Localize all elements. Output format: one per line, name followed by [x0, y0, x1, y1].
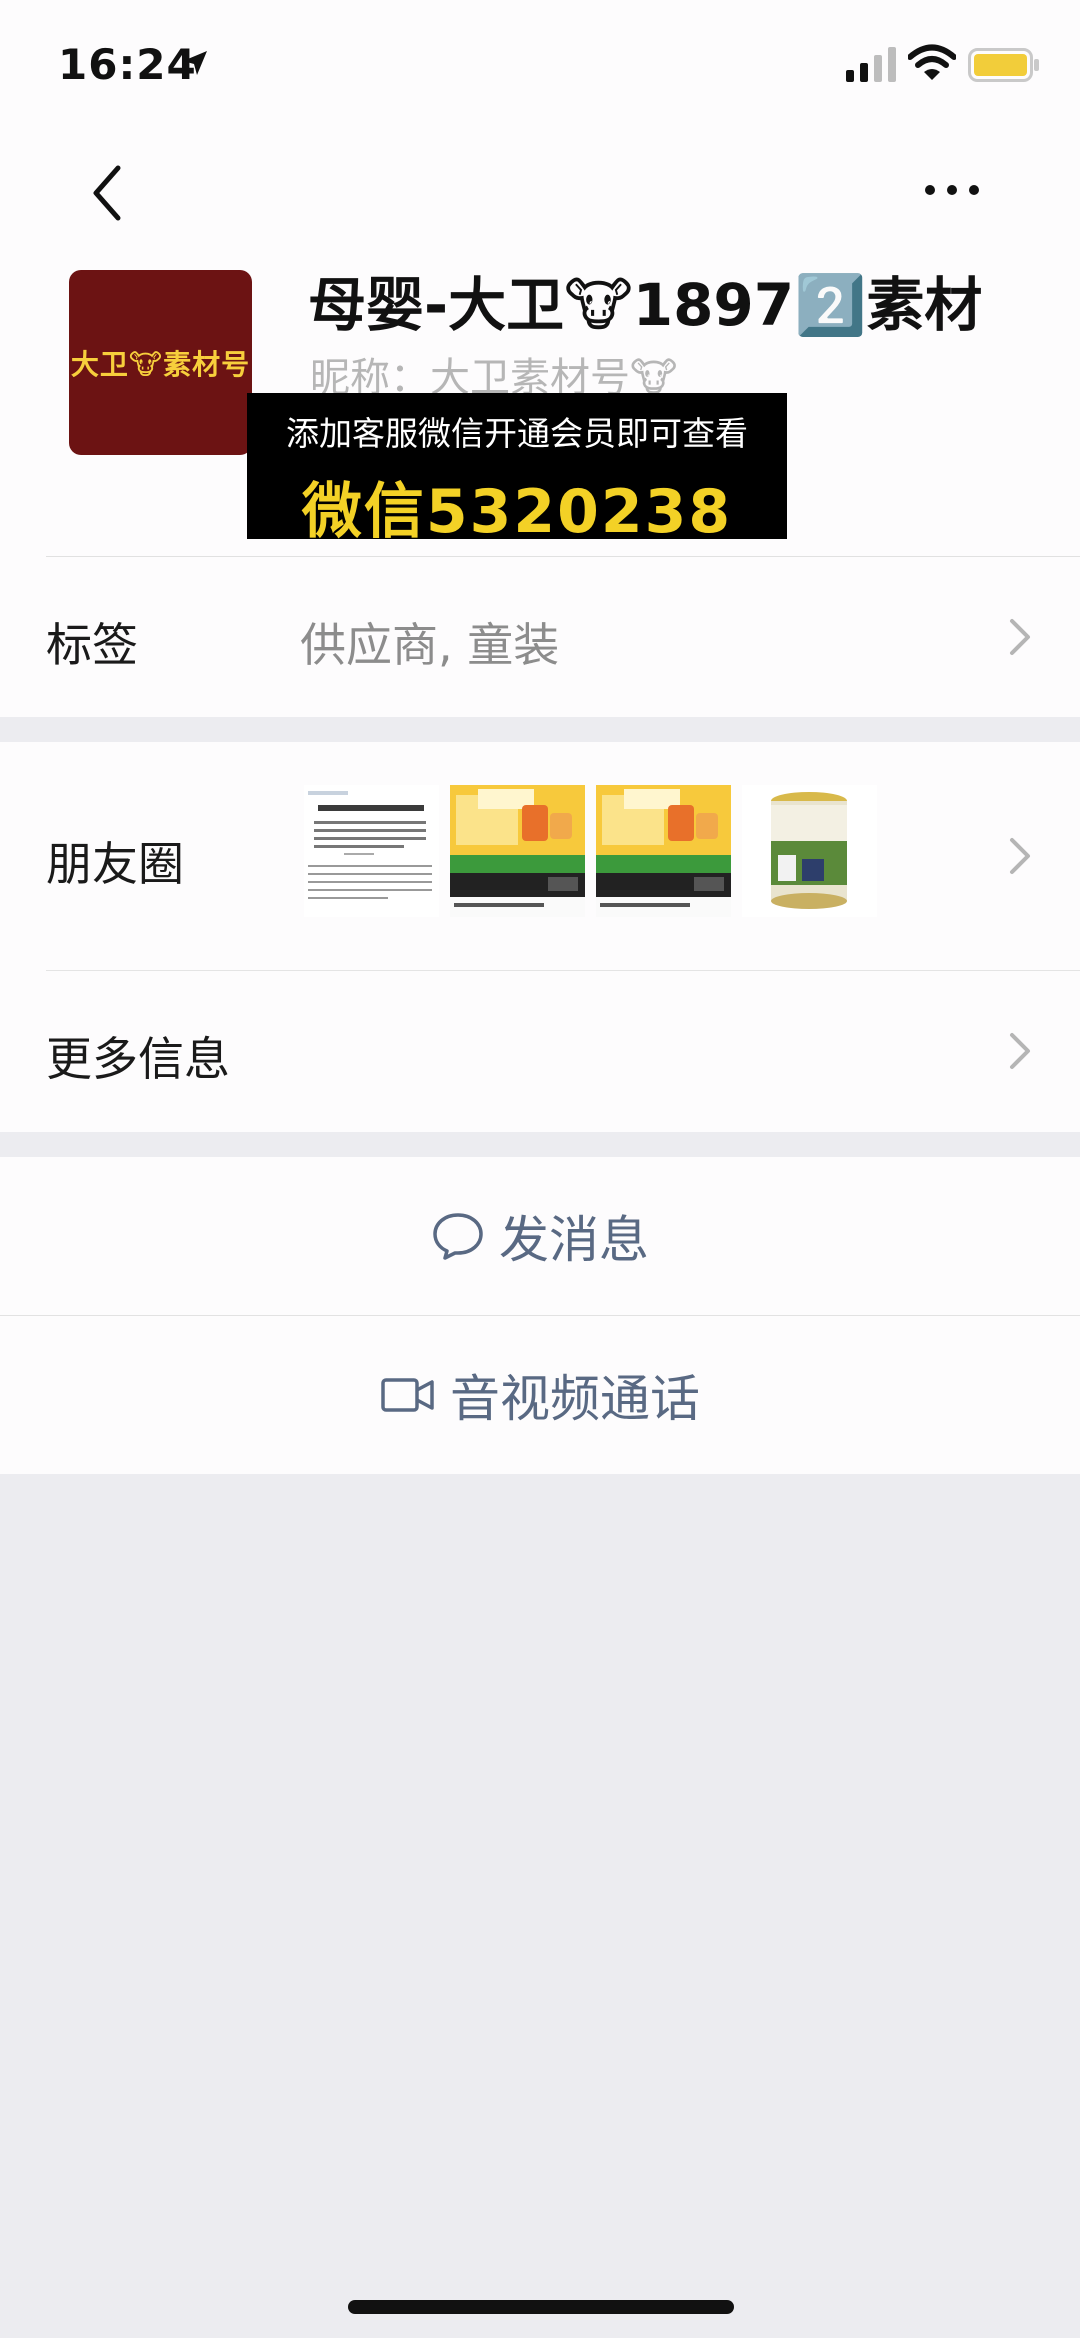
moments-label: 朋友圈: [46, 837, 184, 891]
send-message-button[interactable]: 发消息: [0, 1157, 1080, 1315]
status-bar: 16:24: [0, 0, 1080, 130]
moments-row[interactable]: 朋友圈: [0, 742, 1080, 970]
wifi-icon: [908, 44, 956, 80]
more-info-label: 更多信息: [46, 1032, 230, 1086]
video-call-label: 音视频通话: [450, 1370, 700, 1428]
tags-label: 标签: [46, 618, 138, 672]
contact-display-name: 母婴-大卫🐮18972️⃣素材: [308, 271, 983, 339]
chevron-right-icon: [1010, 1033, 1030, 1069]
moments-thumbnail-product-ad: [450, 785, 585, 917]
promo-text: 添加客服微信开通会员即可查看: [286, 414, 748, 453]
cellular-signal-icon: [846, 47, 896, 82]
send-message-label: 发消息: [499, 1211, 649, 1269]
moments-thumbnail-milk-can: [742, 785, 877, 917]
avatar-text: 大卫🐮素材号: [70, 347, 251, 381]
more-options-icon[interactable]: [916, 168, 988, 212]
tags-row[interactable]: 标签 供应商, 童装: [0, 557, 1080, 717]
status-time: 16:24: [58, 40, 197, 89]
more-info-row[interactable]: 更多信息: [0, 971, 1080, 1132]
location-arrow-icon: [183, 51, 207, 75]
promo-wechat-id: 微信5320238: [301, 477, 733, 547]
promo-banner-overlay: 添加客服微信开通会员即可查看 微信5320238: [247, 393, 787, 547]
avatar[interactable]: 大卫🐮素材号: [69, 270, 252, 455]
video-call-button[interactable]: 音视频通话: [0, 1316, 1080, 1474]
back-chevron-icon[interactable]: [80, 158, 140, 228]
video-camera-icon: [381, 1378, 434, 1412]
home-indicator[interactable]: [348, 2300, 734, 2314]
tags-value: 供应商, 童装: [300, 618, 560, 672]
info-group: 朋友圈 更多信息: [0, 742, 1080, 1132]
moments-thumbnail-article: [304, 785, 439, 917]
battery-icon: [968, 48, 1039, 82]
moments-thumbnail-product-ad: [596, 785, 731, 917]
chevron-right-icon: [1010, 838, 1030, 874]
chevron-right-icon: [1010, 619, 1030, 655]
chat-bubble-icon: [433, 1213, 483, 1260]
